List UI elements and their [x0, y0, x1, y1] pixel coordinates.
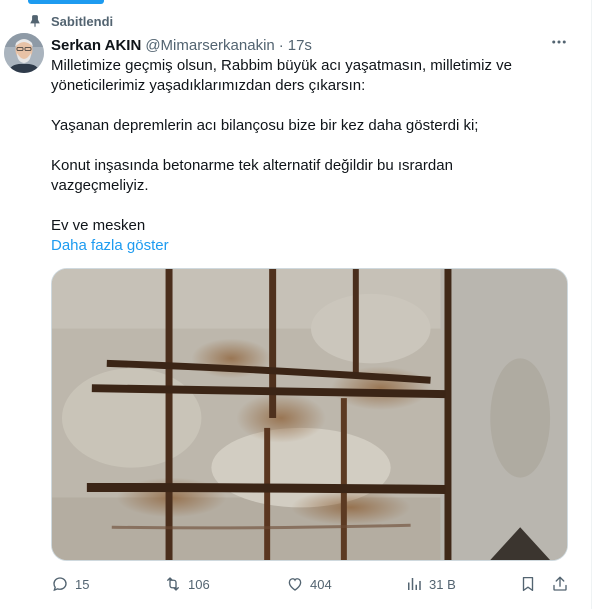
bookmark-icon [519, 575, 537, 593]
tweet-paragraph: Konut inşasında betonarme tek alternatif… [51, 157, 453, 194]
reply-button[interactable]: 15 [51, 572, 89, 596]
tweet-paragraph: Yaşanan depremlerin acı bilançosu bize b… [51, 117, 479, 134]
pinned-label: Sabitlendi [51, 13, 114, 29]
avatar[interactable] [4, 33, 44, 73]
retweet-icon [164, 575, 182, 593]
like-count: 404 [310, 576, 332, 592]
retweet-count: 106 [188, 576, 210, 592]
reply-count: 15 [75, 576, 90, 592]
tweet-actions: 15 106 404 31 B [51, 572, 571, 596]
views-icon [405, 575, 423, 593]
heart-icon [286, 575, 304, 593]
share-button[interactable] [551, 572, 569, 596]
share-icon [551, 575, 569, 593]
tweet-text: Milletimize geçmiş olsun, Rabbim büyük a… [51, 56, 551, 256]
tweet-paragraph: Milletimize geçmiş olsun, Rabbim büyük a… [51, 57, 512, 94]
column-divider [591, 0, 592, 609]
tweet-image[interactable] [51, 268, 568, 561]
tab-indicator [28, 0, 104, 4]
pinned-indicator: Sabitlendi [28, 12, 113, 30]
more-options-button[interactable] [548, 34, 570, 54]
author-name[interactable]: Serkan AKIN [51, 37, 141, 54]
bookmark-button[interactable] [519, 572, 537, 596]
reply-icon [51, 575, 69, 593]
views-count: 31 B [429, 576, 456, 592]
author-handle[interactable]: @Mimarserkanakin [145, 37, 274, 54]
show-more-link[interactable]: Daha fazla göster [51, 236, 169, 256]
views-button[interactable]: 31 B [405, 572, 456, 596]
more-icon [550, 33, 568, 56]
tweet-paragraph: Ev ve mesken [51, 217, 146, 234]
tweet-header: Serkan AKIN @Mimarserkanakin · 17s [51, 35, 312, 55]
like-button[interactable]: 404 [286, 572, 332, 596]
pin-icon [28, 14, 42, 28]
header-separator: · [278, 36, 284, 54]
tweet-timestamp[interactable]: 17s [288, 37, 312, 54]
retweet-button[interactable]: 106 [164, 572, 210, 596]
